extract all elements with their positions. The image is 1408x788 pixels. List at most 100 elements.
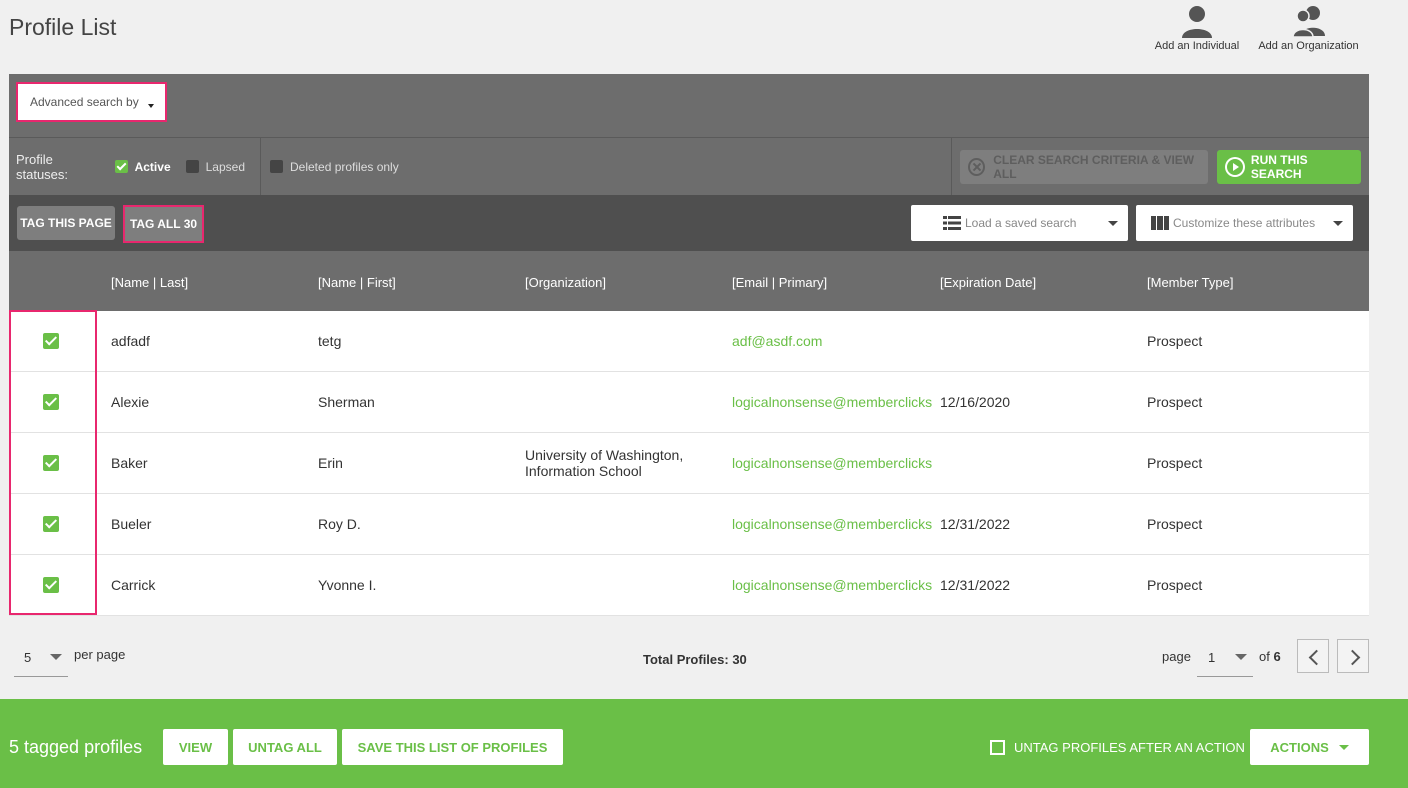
add-individual-button[interactable]: Add an Individual [1155,4,1239,52]
column-header-organization[interactable]: [Organization] [525,275,606,290]
load-saved-search-dropdown[interactable]: Load a saved search [911,205,1128,241]
cell-last-name: Baker [111,455,148,471]
checkbox-checked-icon [114,160,128,173]
person-icon [1182,6,1212,38]
add-individual-label: Add an Individual [1154,40,1240,52]
tag-all-button[interactable]: TAG ALL 30 [123,205,204,243]
cell-email-link[interactable]: adf@asdf.com [732,333,822,349]
clear-search-label: CLEAR SEARCH CRITERIA & VIEW ALL [993,153,1195,181]
page-title: Profile List [9,14,117,40]
per-page-select[interactable]: 5 [14,639,68,677]
cell-last-name: Alexie [111,394,150,410]
page-total-label: of 6 [1259,649,1281,664]
cell-first-name: Erin [318,455,343,471]
caret-down-icon [1333,221,1343,226]
cell-first-name: Yvonne I. [318,577,377,593]
previous-page-button[interactable] [1297,639,1329,673]
of-label: of [1259,649,1270,664]
search-panel: Advanced search by Profile statuses: Act… [9,74,1369,311]
total-profiles: Total Profiles: 30 [643,652,747,667]
advanced-search-dropdown[interactable]: Advanced search by [16,82,167,122]
table-row: Baker Erin University of Washington, Inf… [9,433,1369,494]
save-list-button[interactable]: SAVE THIS LIST OF PROFILES [342,729,563,765]
profile-list-page: Profile List Add an Individual Add an Or… [0,0,1408,788]
per-page-control: 5 per page [14,639,125,677]
column-header-email[interactable]: [Email | Primary] [732,275,827,290]
status-active-checkbox[interactable]: Active [114,159,171,174]
list-icon [943,216,961,230]
deleted-profiles-label: Deleted profiles only [290,159,399,174]
cell-email-link[interactable]: logicalnonsense@memberclicks [732,394,932,410]
status-lapsed-checkbox[interactable]: Lapsed [185,159,245,174]
play-circle-icon [1225,157,1245,177]
row-checkbox[interactable] [43,455,59,471]
cell-first-name: tetg [318,333,342,349]
tagged-count: 5 tagged profiles [9,737,143,757]
table-row: Alexie Sherman logicalnonsense@membercli… [9,372,1369,433]
untag-after-action-checkbox[interactable]: UNTAG PROFILES AFTER AN ACTION [990,740,1245,755]
cell-last-name: Bueler [111,516,152,532]
checkbox-unchecked-icon [185,160,199,173]
add-organization-button[interactable]: Add an Organization [1258,4,1359,52]
view-tagged-button[interactable]: VIEW [163,729,228,765]
divider [951,138,952,195]
per-page-value: 5 [24,650,32,665]
cell-expiration: 12/31/2022 [940,577,1011,593]
next-page-button[interactable] [1337,639,1369,673]
column-header-first-name[interactable]: [Name | First] [318,275,396,290]
page-number-select[interactable]: 1 [1197,639,1253,677]
cell-email-link[interactable]: logicalnonsense@memberclicks [732,577,932,593]
status-lapsed-label: Lapsed [205,159,245,174]
actions-dropdown-button[interactable]: ACTIONS [1250,729,1369,765]
caret-down-icon [1235,654,1247,660]
caret-down-icon [148,104,154,108]
total-pages: 6 [1273,649,1281,664]
untag-all-button[interactable]: UNTAG ALL [233,729,337,765]
customize-attributes-label: Customize these attributes [1173,216,1316,230]
table-row: adfadf tetg adf@asdf.com Prospect [9,311,1369,372]
cell-last-name: Carrick [111,577,156,593]
run-search-button[interactable]: RUN THIS SEARCH [1217,150,1361,184]
cell-expiration: 12/16/2020 [940,394,1011,410]
customize-attributes-dropdown[interactable]: Customize these attributes [1136,205,1353,241]
caret-down-icon [1108,221,1118,226]
tagged-actions-footer: 5 tagged profiles VIEW UNTAG ALL SAVE TH… [0,699,1408,788]
column-header-last-name[interactable]: [Name | Last] [111,275,188,290]
column-header-member-type[interactable]: [Member Type] [1147,275,1233,290]
per-page-label: per page [74,646,126,662]
close-circle-icon [968,158,986,176]
cell-member-type: Prospect [1147,394,1203,410]
cell-member-type: Prospect [1147,516,1203,532]
row-checkbox[interactable] [43,333,59,349]
status-active-label: Active [134,159,171,174]
cell-member-type: Prospect [1147,455,1203,471]
page-label: page [1162,649,1191,664]
profile-statuses-label: Profile statuses: [16,151,69,182]
profiles-table-body: adfadf tetg adf@asdf.com Prospect Alexie… [9,311,1369,616]
deleted-profiles-checkbox[interactable]: Deleted profiles only [270,138,399,195]
table-row: Bueler Roy D. logicalnonsense@memberclic… [9,494,1369,555]
cell-first-name: Roy D. [318,516,361,532]
column-header-expiration[interactable]: [Expiration Date] [940,275,1036,290]
cell-member-type: Prospect [1147,333,1203,349]
caret-down-icon [50,654,62,660]
row-checkbox[interactable] [43,577,59,593]
columns-icon [1151,216,1169,230]
page-number-value: 1 [1208,650,1216,665]
cell-member-type: Prospect [1147,577,1203,593]
advanced-search-label: Advanced search by [30,95,139,109]
search-row: Advanced search by [9,74,1369,138]
status-row: Profile statuses: Active Lapsed Deleted … [9,138,1369,195]
checkbox-unchecked-icon [990,740,1005,755]
table-row: Carrick Yvonne I. logicalnonsense@member… [9,555,1369,616]
row-checkbox[interactable] [43,516,59,532]
row-checkbox[interactable] [43,394,59,410]
cell-last-name: adfadf [111,333,150,349]
cell-email-link[interactable]: logicalnonsense@memberclicks [732,455,932,471]
actions-label: ACTIONS [1270,739,1329,755]
cell-expiration: 12/31/2022 [940,516,1011,532]
checkbox-unchecked-icon [270,160,283,173]
clear-search-button[interactable]: CLEAR SEARCH CRITERIA & VIEW ALL [960,150,1208,184]
tag-this-page-button[interactable]: TAG THIS PAGE [17,206,115,240]
cell-email-link[interactable]: logicalnonsense@memberclicks [732,516,932,532]
